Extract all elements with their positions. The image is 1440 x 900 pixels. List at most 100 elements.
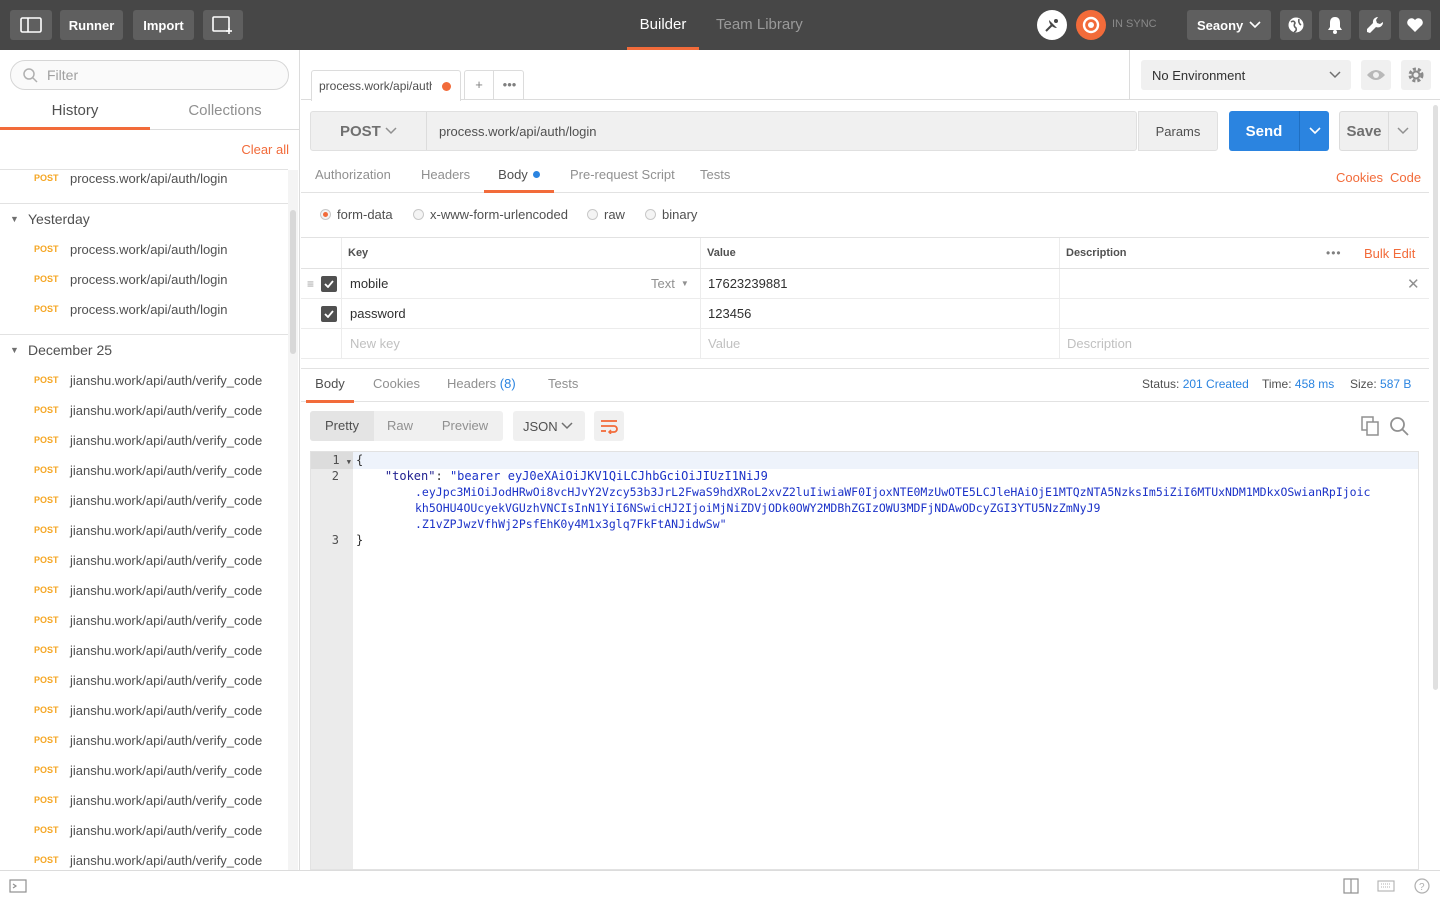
format-select[interactable]: JSON — [513, 411, 585, 441]
url-input[interactable] — [439, 112, 1129, 150]
tab-headers[interactable]: Headers — [421, 161, 470, 193]
tab-options-button[interactable]: ••• — [495, 71, 524, 99]
two-pane-view-button[interactable] — [1342, 878, 1360, 894]
table-options-icon[interactable]: ••• — [1326, 238, 1342, 268]
history-group-yesterday[interactable]: ▼ Yesterday — [0, 204, 288, 234]
team-library-tab[interactable]: Team Library — [716, 0, 803, 50]
toggle-sidebar-button[interactable] — [10, 10, 52, 40]
radio-form-data[interactable]: form-data — [320, 207, 393, 222]
close-icon[interactable]: ✕ — [1407, 269, 1420, 298]
list-item[interactable]: POST process.work/api/auth/login — [0, 264, 288, 294]
value-cell[interactable]: 17623239881 — [708, 269, 788, 298]
filter-input[interactable] — [47, 61, 277, 89]
environment-select[interactable]: No Environment — [1141, 60, 1351, 90]
list-item[interactable]: POST jianshu.work/api/auth/verify_code — [0, 425, 288, 455]
tab-preview[interactable]: Preview — [430, 411, 500, 441]
tab-authorization[interactable]: Authorization — [315, 161, 391, 193]
copy-button[interactable] — [1358, 414, 1382, 438]
fold-caret-icon[interactable]: ▼ — [347, 458, 351, 466]
request-url: jianshu.work/api/auth/verify_code — [70, 492, 263, 508]
list-item[interactable]: POST jianshu.work/api/auth/verify_code — [0, 545, 288, 575]
add-tab-button[interactable]: + — [465, 71, 494, 99]
tab-response-headers[interactable]: Headers (8) — [447, 369, 516, 403]
key-cell[interactable]: password — [350, 299, 406, 328]
new-description-input[interactable]: Description — [1067, 329, 1132, 358]
clear-all-button[interactable]: Clear all — [241, 142, 289, 157]
list-item[interactable]: POST process.work/api/auth/login — [0, 163, 288, 193]
list-item[interactable]: POST jianshu.work/api/auth/verify_code — [0, 755, 288, 785]
interceptor-button[interactable] — [1037, 10, 1067, 40]
tab-response-cookies[interactable]: Cookies — [373, 369, 420, 403]
cookies-link[interactable]: Cookies — [1336, 170, 1383, 185]
quick-look-button[interactable] — [1361, 60, 1391, 90]
list-item[interactable]: POST jianshu.work/api/auth/verify_code — [0, 845, 288, 870]
list-item[interactable]: POST jianshu.work/api/auth/verify_code — [0, 575, 288, 605]
tab-pre-request-script[interactable]: Pre-request Script — [570, 161, 675, 193]
list-item[interactable]: POST jianshu.work/api/auth/verify_code — [0, 665, 288, 695]
list-item[interactable]: POST jianshu.work/api/auth/verify_code — [0, 605, 288, 635]
runner-button[interactable]: Runner — [60, 10, 123, 40]
manage-environments-button[interactable] — [1401, 60, 1431, 90]
list-item[interactable]: POST jianshu.work/api/auth/verify_code — [0, 515, 288, 545]
builder-tab[interactable]: Builder — [627, 0, 699, 50]
globe-button[interactable] — [1280, 10, 1312, 40]
tab-body[interactable]: Body — [484, 161, 554, 193]
tab-collections[interactable]: Collections — [150, 100, 299, 130]
settings-button[interactable] — [1359, 10, 1391, 40]
help-button[interactable]: ? — [1413, 878, 1431, 894]
keyboard-shortcuts-button[interactable] — [1377, 878, 1395, 894]
main-scrollbar-thumb[interactable] — [1433, 105, 1438, 690]
tab-response-tests[interactable]: Tests — [548, 369, 578, 403]
sync-button[interactable] — [1076, 10, 1106, 40]
console-button[interactable] — [9, 878, 27, 894]
radio-raw[interactable]: raw — [587, 207, 625, 222]
row-checkbox[interactable] — [321, 299, 337, 328]
new-key-input[interactable]: New key — [350, 329, 400, 358]
user-menu[interactable]: Seaony — [1187, 10, 1271, 40]
import-button[interactable]: Import — [133, 10, 194, 40]
value-cell[interactable]: 123456 — [708, 299, 751, 328]
search-response-button[interactable] — [1387, 414, 1411, 438]
list-item[interactable]: POST jianshu.work/api/auth/verify_code — [0, 395, 288, 425]
history-group-december-25[interactable]: ▼ December 25 — [0, 335, 288, 365]
tab-response-body[interactable]: Body — [306, 369, 354, 403]
code-link[interactable]: Code — [1390, 170, 1421, 185]
params-button[interactable]: Params — [1138, 111, 1218, 151]
new-tab-button[interactable] — [203, 10, 243, 40]
list-item[interactable]: POST jianshu.work/api/auth/verify_code — [0, 695, 288, 725]
save-button[interactable]: Save — [1339, 111, 1389, 151]
notifications-button[interactable] — [1319, 10, 1351, 40]
list-item[interactable]: POST jianshu.work/api/auth/verify_code — [0, 725, 288, 755]
radio-urlencoded[interactable]: x-www-form-urlencoded — [413, 207, 568, 222]
list-item[interactable]: POST process.work/api/auth/login — [0, 294, 288, 324]
key-cell[interactable]: mobile — [350, 269, 388, 298]
heart-button[interactable] — [1399, 10, 1431, 40]
radio-binary[interactable]: binary — [645, 207, 697, 222]
send-button[interactable]: Send — [1229, 111, 1299, 151]
list-item[interactable]: POST process.work/api/auth/login — [0, 234, 288, 264]
request-url: jianshu.work/api/auth/verify_code — [70, 372, 263, 388]
tab-raw[interactable]: Raw — [374, 411, 426, 441]
code-line: } — [356, 533, 364, 547]
tab-tests[interactable]: Tests — [700, 161, 730, 193]
bulk-edit-button[interactable]: Bulk Edit — [1364, 238, 1415, 268]
row-checkbox[interactable] — [321, 269, 337, 298]
list-item[interactable]: POST jianshu.work/api/auth/verify_code — [0, 635, 288, 665]
list-item[interactable]: POST jianshu.work/api/auth/verify_code — [0, 485, 288, 515]
method-select[interactable]: POST — [311, 112, 427, 150]
new-value-input[interactable]: Value — [708, 329, 740, 358]
save-options-button[interactable] — [1388, 111, 1418, 151]
send-options-button[interactable] — [1299, 111, 1329, 151]
tab-pretty[interactable]: Pretty — [310, 411, 374, 441]
sidebar-scrollbar-thumb[interactable] — [290, 210, 296, 354]
list-item[interactable]: POST jianshu.work/api/auth/verify_code — [0, 815, 288, 845]
request-tab[interactable]: process.work/api/auth/login — [311, 70, 461, 101]
type-select[interactable]: Text ▼ — [651, 269, 689, 298]
response-body-viewer[interactable]: 1 ▼ 2 3 { "token": "bearer eyJ0eXAiOiJKV… — [310, 451, 1419, 870]
drag-handle-icon[interactable]: ≡ — [307, 269, 314, 298]
tab-history[interactable]: History — [0, 100, 150, 130]
list-item[interactable]: POST jianshu.work/api/auth/verify_code — [0, 785, 288, 815]
wrap-lines-button[interactable] — [594, 411, 624, 441]
list-item[interactable]: POST jianshu.work/api/auth/verify_code — [0, 455, 288, 485]
list-item[interactable]: POST jianshu.work/api/auth/verify_code — [0, 365, 288, 395]
